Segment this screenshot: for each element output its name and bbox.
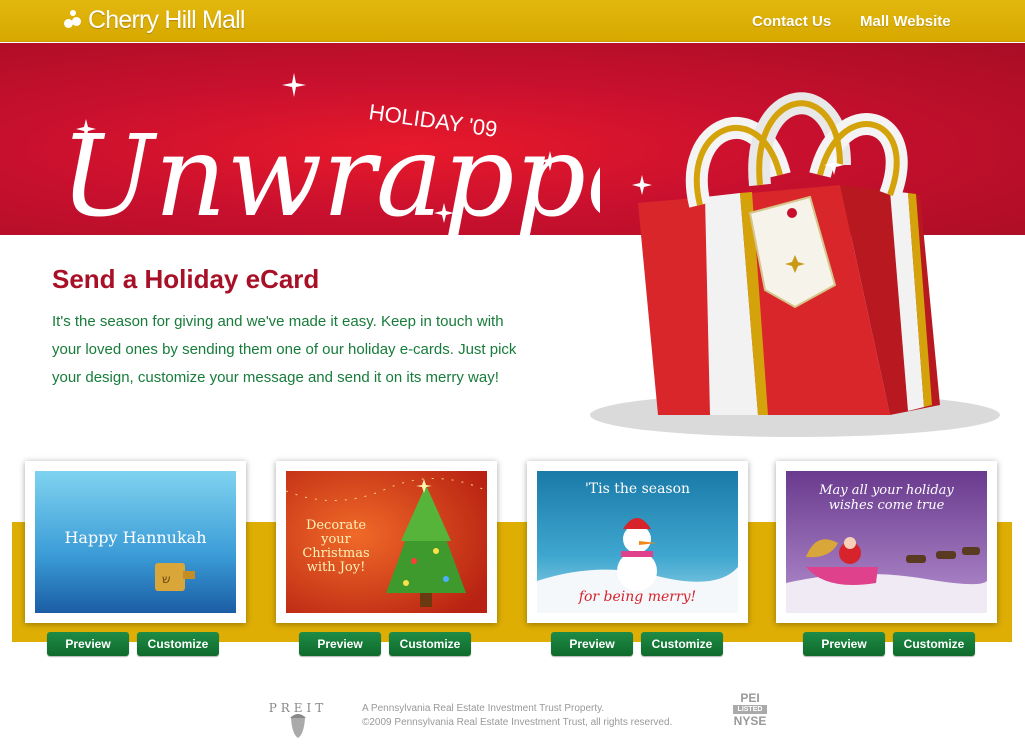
customize-button-2[interactable]: Customize — [389, 632, 471, 656]
customize-button-1[interactable]: Customize — [137, 632, 219, 656]
ecard-title-bottom: for being merry! — [578, 589, 697, 605]
logo-text: Cherry Hill Mall — [88, 5, 245, 34]
footer-line-2: ©2009 Pennsylvania Real Estate Investmen… — [362, 717, 673, 728]
preit-logo-text: PREIT — [269, 701, 328, 715]
customize-button-4[interactable]: Customize — [893, 632, 975, 656]
preit-logo[interactable]: PREIT — [262, 694, 334, 742]
ecard-title: Happy Hannukah — [64, 528, 207, 547]
gift-box-illustration — [590, 92, 1000, 437]
top-bar: Cherry Hill Mall Contact Us Mall Website — [0, 0, 1025, 42]
hero-script-title: Unwrapped — [60, 112, 600, 235]
nyse-listed-badge: PEI LISTED NYSE — [733, 691, 767, 728]
svg-text:ש: ש — [162, 572, 171, 586]
ecard-title: Decorate your Christmas with Joy! — [302, 518, 370, 575]
ecard-snowman[interactable]: 'Tis the season for being merry! — [527, 461, 748, 623]
nav-mall-website[interactable]: Mall Website — [860, 0, 951, 42]
ecard-image[interactable]: 'Tis the season for being merry! — [537, 471, 738, 613]
ecard-image[interactable]: ש Happy Hannukah — [35, 471, 236, 613]
nav-contact-us[interactable]: Contact Us — [752, 0, 831, 42]
customize-button-3[interactable]: Customize — [641, 632, 723, 656]
acorn-icon — [290, 714, 306, 738]
intro-heading: Send a Holiday eCard — [52, 264, 320, 294]
footer-copyright: A Pennsylvania Real Estate Investment Tr… — [362, 702, 672, 730]
intro-body: It's the season for giving and we've mad… — [52, 313, 517, 386]
preview-button-1[interactable]: Preview — [47, 632, 129, 656]
ecard-title-top: 'Tis the season — [584, 481, 691, 497]
ecard-hannukah[interactable]: ש Happy Hannukah — [25, 461, 246, 623]
cherry-icon — [62, 9, 84, 31]
footer-line-1: A Pennsylvania Real Estate Investment Tr… — [362, 703, 605, 714]
ecard-title: May all your holiday wishes come true — [819, 483, 954, 513]
ecard-christmas-tree[interactable]: Decorate your Christmas with Joy! — [276, 461, 497, 623]
ecard-santa-sleigh[interactable]: May all your holiday wishes come true — [776, 461, 997, 623]
unwrapped-title-art: Unwrapped HOLIDAY '09 — [60, 73, 600, 235]
preview-button-4[interactable]: Preview — [803, 632, 885, 656]
preview-button-2[interactable]: Preview — [299, 632, 381, 656]
ecard-image[interactable]: Decorate your Christmas with Joy! — [286, 471, 487, 613]
preview-button-3[interactable]: Preview — [551, 632, 633, 656]
mall-logo[interactable]: Cherry Hill Mall — [62, 5, 245, 35]
ecard-image[interactable]: May all your holiday wishes come true — [786, 471, 987, 613]
